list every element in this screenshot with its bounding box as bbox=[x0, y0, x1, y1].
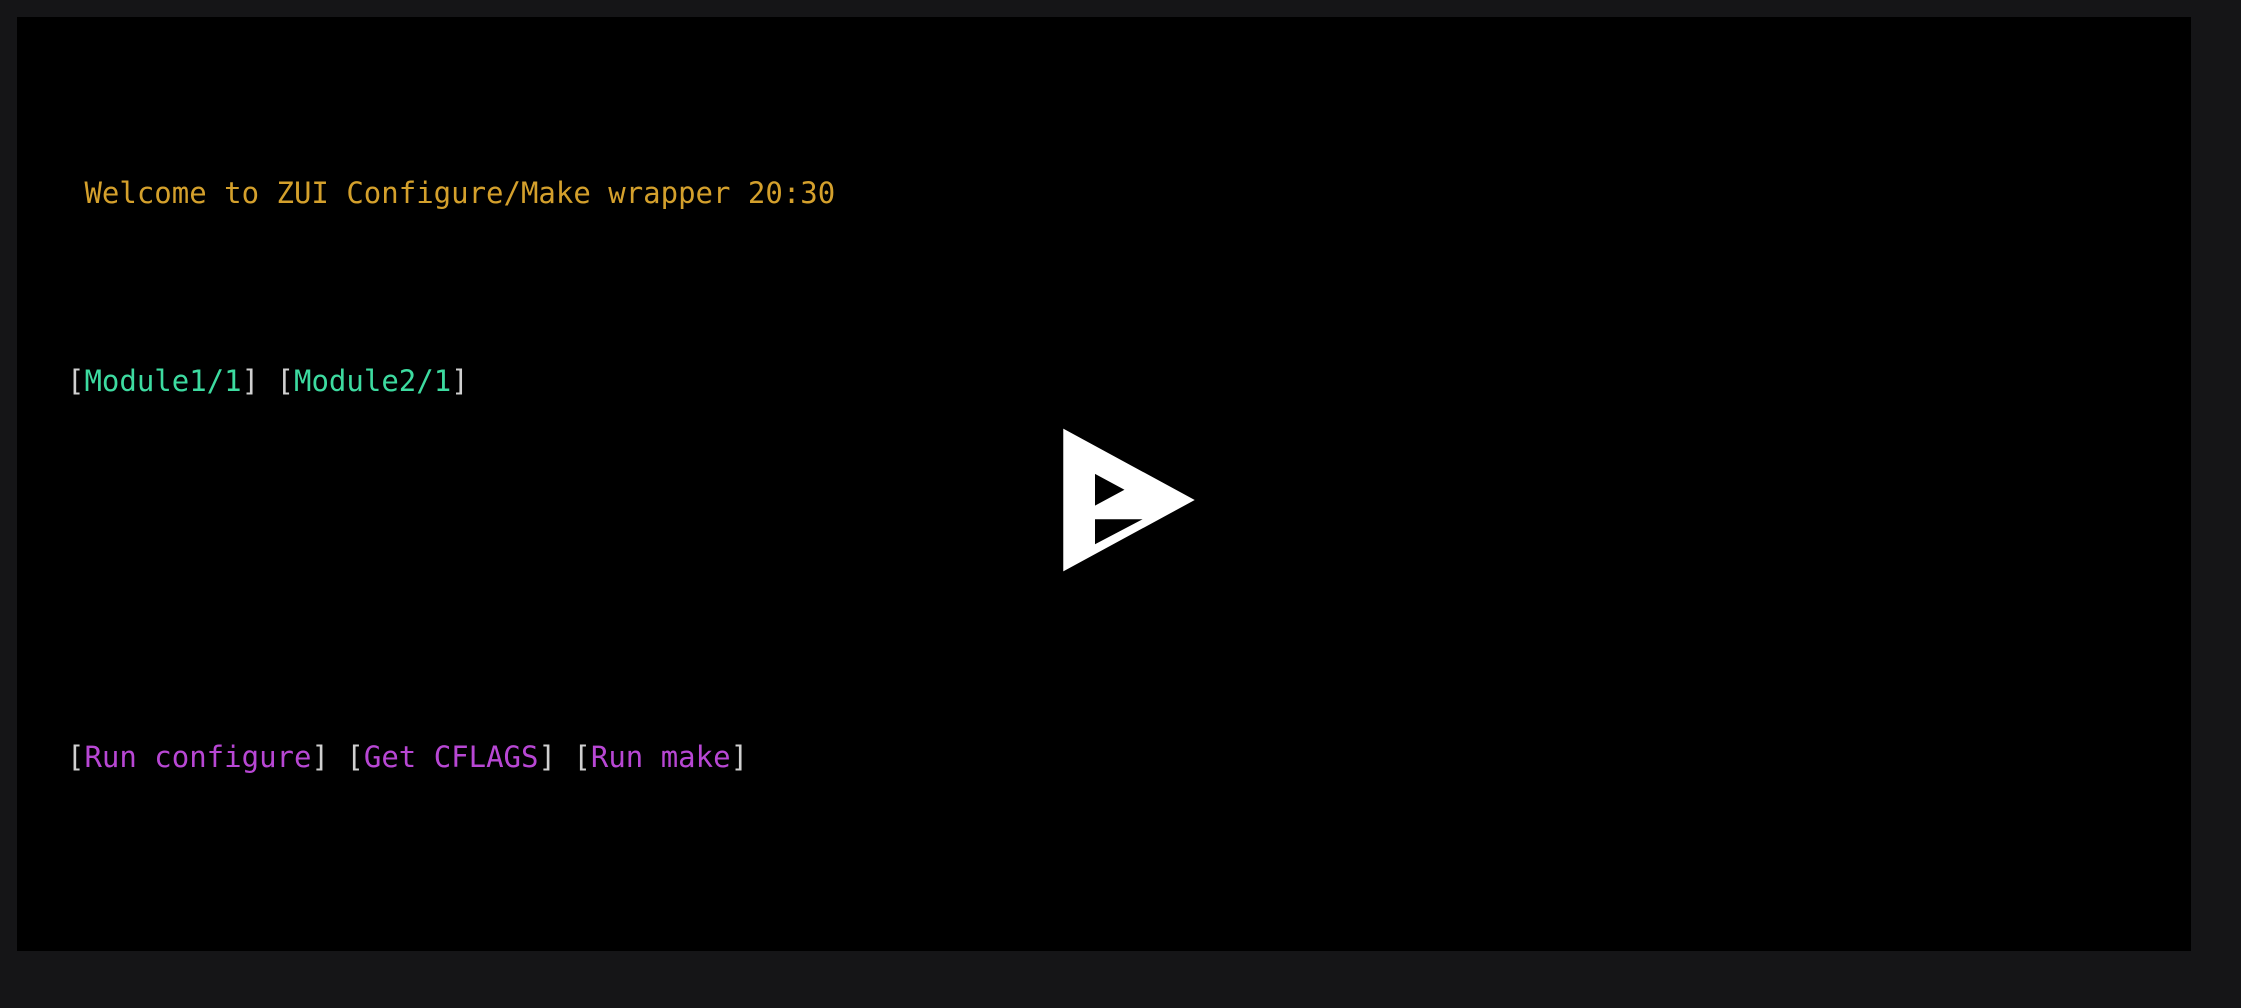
play-button[interactable] bbox=[1061, 426, 1197, 574]
asciinema-player: Welcome to ZUI Configure/Make wrapper 20… bbox=[0, 0, 2241, 1008]
play-overlay[interactable] bbox=[0, 0, 2241, 1008]
